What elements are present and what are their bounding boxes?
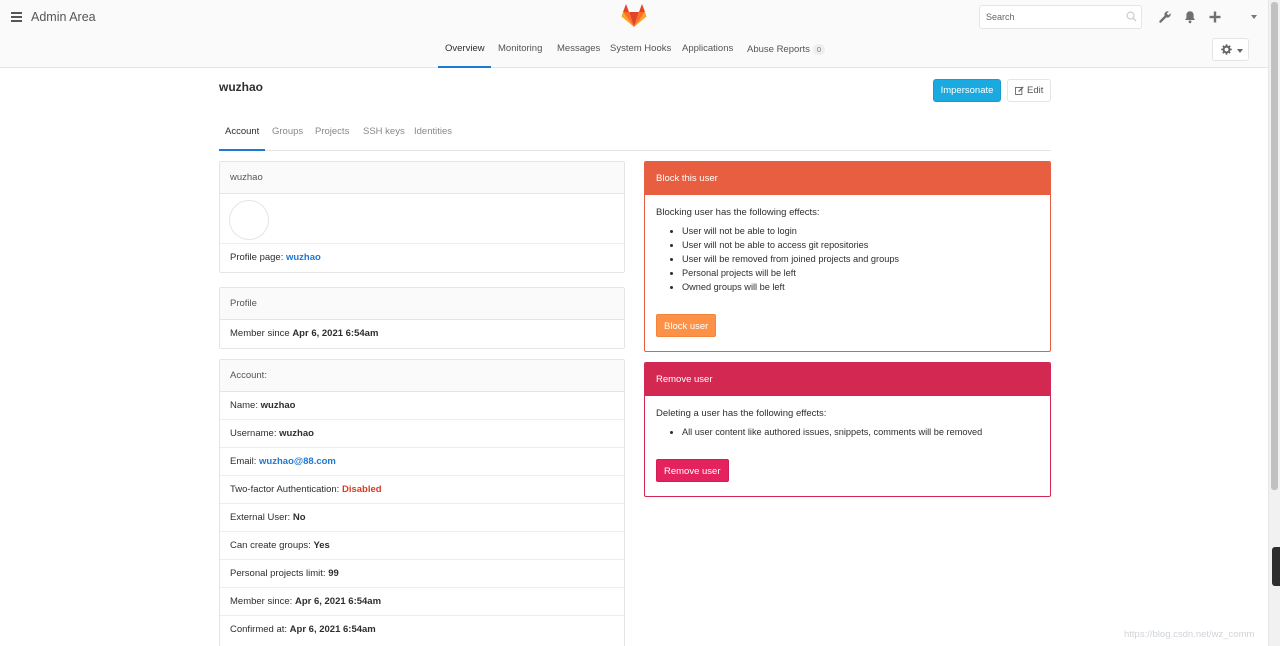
profile-info-panel: Profile Member since Apr 6, 2021 6:54am <box>219 287 625 349</box>
email-link[interactable]: wuzhao@88.com <box>259 456 336 467</box>
gear-icon <box>1221 44 1232 55</box>
block-user-heading: Block this user <box>645 162 1050 195</box>
nav-abuse-reports[interactable]: Abuse Reports 0 <box>747 44 826 55</box>
member-since-row: Member since Apr 6, 2021 6:54am <box>220 320 624 348</box>
tab-projects[interactable]: Projects <box>315 126 349 138</box>
block-user-panel: Block this user Blocking user has the fo… <box>644 161 1051 352</box>
row-label: Confirmed at: <box>230 624 288 635</box>
block-user-button[interactable]: Block user <box>656 314 717 337</box>
account-external-row: External User: No <box>220 504 624 532</box>
panel-heading: Profile <box>220 288 624 320</box>
account-projects-limit-row: Personal projects limit: 99 <box>220 560 624 588</box>
tab-ssh-keys[interactable]: SSH keys <box>363 126 405 138</box>
side-widget-tab[interactable] <box>1272 547 1280 586</box>
account-member-since-row: Member since: Apr 6, 2021 6:54am <box>220 588 624 616</box>
remove-user-heading: Remove user <box>645 363 1050 396</box>
account-panel: Account: Name: wuzhao Username: wuzhao E… <box>219 359 625 646</box>
edit-icon <box>1015 86 1024 95</box>
hamburger-menu-icon[interactable] <box>11 12 22 22</box>
row-label: External User: <box>230 512 291 523</box>
row-label: Username: <box>230 428 277 439</box>
row-label: Member since: <box>230 596 293 607</box>
user-profile-panel: wuzhao Profile page: wuzhao <box>219 161 625 273</box>
abuse-reports-count-badge: 0 <box>812 44 826 55</box>
page-title: wuzhao <box>219 80 263 94</box>
remove-user-panel: Remove user Deleting a user has the foll… <box>644 362 1051 497</box>
remove-effects-intro: Deleting a user has the following effect… <box>656 408 827 419</box>
list-item: All user content like authored issues, s… <box>682 425 1039 439</box>
edit-button-label: Edit <box>1027 85 1044 96</box>
account-email-row: Email: wuzhao@88.com <box>220 448 624 476</box>
profile-page-row: Profile page: wuzhao <box>220 244 624 272</box>
two-factor-status: Disabled <box>341 484 382 495</box>
tab-active-indicator <box>219 149 265 151</box>
bell-icon[interactable] <box>1183 10 1197 24</box>
account-two-factor-row: Two-factor Authentication: Disabled <box>220 476 624 504</box>
remove-user-button[interactable]: Remove user <box>656 459 729 482</box>
list-item: User will not be able to login <box>682 224 1039 238</box>
row-label: Name: <box>230 400 258 411</box>
admin-nav: Overview Monitoring Messages System Hook… <box>0 44 1268 68</box>
account-username-row: Username: wuzhao <box>220 420 624 448</box>
nav-applications[interactable]: Applications <box>682 44 733 54</box>
avatar <box>229 200 269 240</box>
top-header: Admin Area Overview Monitoring Messages … <box>0 0 1268 68</box>
row-value: Yes <box>313 540 330 551</box>
user-menu-chevron-down-icon[interactable] <box>1251 15 1257 19</box>
tab-account[interactable]: Account <box>225 126 259 138</box>
row-value: No <box>292 512 306 523</box>
user-tabs: Account Groups Projects SSH keys Identit… <box>219 126 1051 151</box>
search-icon <box>1126 11 1137 22</box>
block-user-body: Blocking user has the following effects:… <box>645 195 1050 337</box>
nav-abuse-reports-label: Abuse Reports <box>747 44 810 55</box>
list-item: Personal projects will be left <box>682 266 1039 280</box>
nav-monitoring[interactable]: Monitoring <box>498 44 542 54</box>
remove-user-body: Deleting a user has the following effect… <box>645 396 1050 482</box>
row-label: Email: <box>230 456 257 467</box>
search-input[interactable] <box>979 5 1142 29</box>
admin-area-title: Admin Area <box>31 10 96 24</box>
row-value: 99 <box>328 568 339 579</box>
tab-identities[interactable]: Identities <box>414 126 452 138</box>
plus-icon[interactable] <box>1208 10 1222 24</box>
row-value: Apr 6, 2021 6:54am <box>289 624 376 635</box>
row-value: wuzhao <box>279 428 314 439</box>
nav-messages[interactable]: Messages <box>557 44 600 54</box>
row-label: Personal projects limit: <box>230 568 326 579</box>
settings-dropdown-button[interactable] <box>1212 38 1249 61</box>
member-since-value: Apr 6, 2021 6:54am <box>292 328 379 339</box>
settings-chevron-down-icon <box>1237 49 1243 53</box>
list-item: Owned groups will be left <box>682 280 1039 294</box>
remove-effects-list: All user content like authored issues, s… <box>682 425 1039 439</box>
watermark: https://blog.csdn.net/wz_comm <box>1124 629 1255 640</box>
impersonate-button[interactable]: Impersonate <box>933 79 1001 102</box>
list-item: User will be removed from joined project… <box>682 252 1039 266</box>
tab-groups[interactable]: Groups <box>272 126 303 138</box>
gitlab-logo-icon[interactable] <box>621 4 647 28</box>
account-create-groups-row: Can create groups: Yes <box>220 532 624 560</box>
edit-button[interactable]: Edit <box>1007 79 1051 102</box>
nav-overview[interactable]: Overview <box>445 44 485 54</box>
account-name-row: Name: wuzhao <box>220 392 624 420</box>
row-label: Can create groups: <box>230 540 311 551</box>
panel-heading: Account: <box>220 360 624 392</box>
block-effects-list: User will not be able to login User will… <box>682 224 1039 294</box>
account-confirmed-at-row: Confirmed at: Apr 6, 2021 6:54am <box>220 616 624 644</box>
profile-page-label: Profile page: <box>230 252 284 263</box>
nav-system-hooks[interactable]: System Hooks <box>610 44 671 54</box>
member-since-label: Member since <box>230 328 290 339</box>
row-value: wuzhao <box>260 400 296 411</box>
wrench-icon[interactable] <box>1158 10 1172 24</box>
block-effects-intro: Blocking user has the following effects: <box>656 207 820 218</box>
profile-page-link[interactable]: wuzhao <box>286 252 321 263</box>
list-item: User will not be able to access git repo… <box>682 238 1039 252</box>
avatar-row <box>220 194 624 244</box>
panel-heading: wuzhao <box>220 162 624 194</box>
row-label: Two-factor Authentication: <box>230 484 340 495</box>
scrollbar-thumb[interactable] <box>1271 2 1278 490</box>
row-value: Apr 6, 2021 6:54am <box>294 596 382 607</box>
nav-active-indicator <box>438 66 491 68</box>
